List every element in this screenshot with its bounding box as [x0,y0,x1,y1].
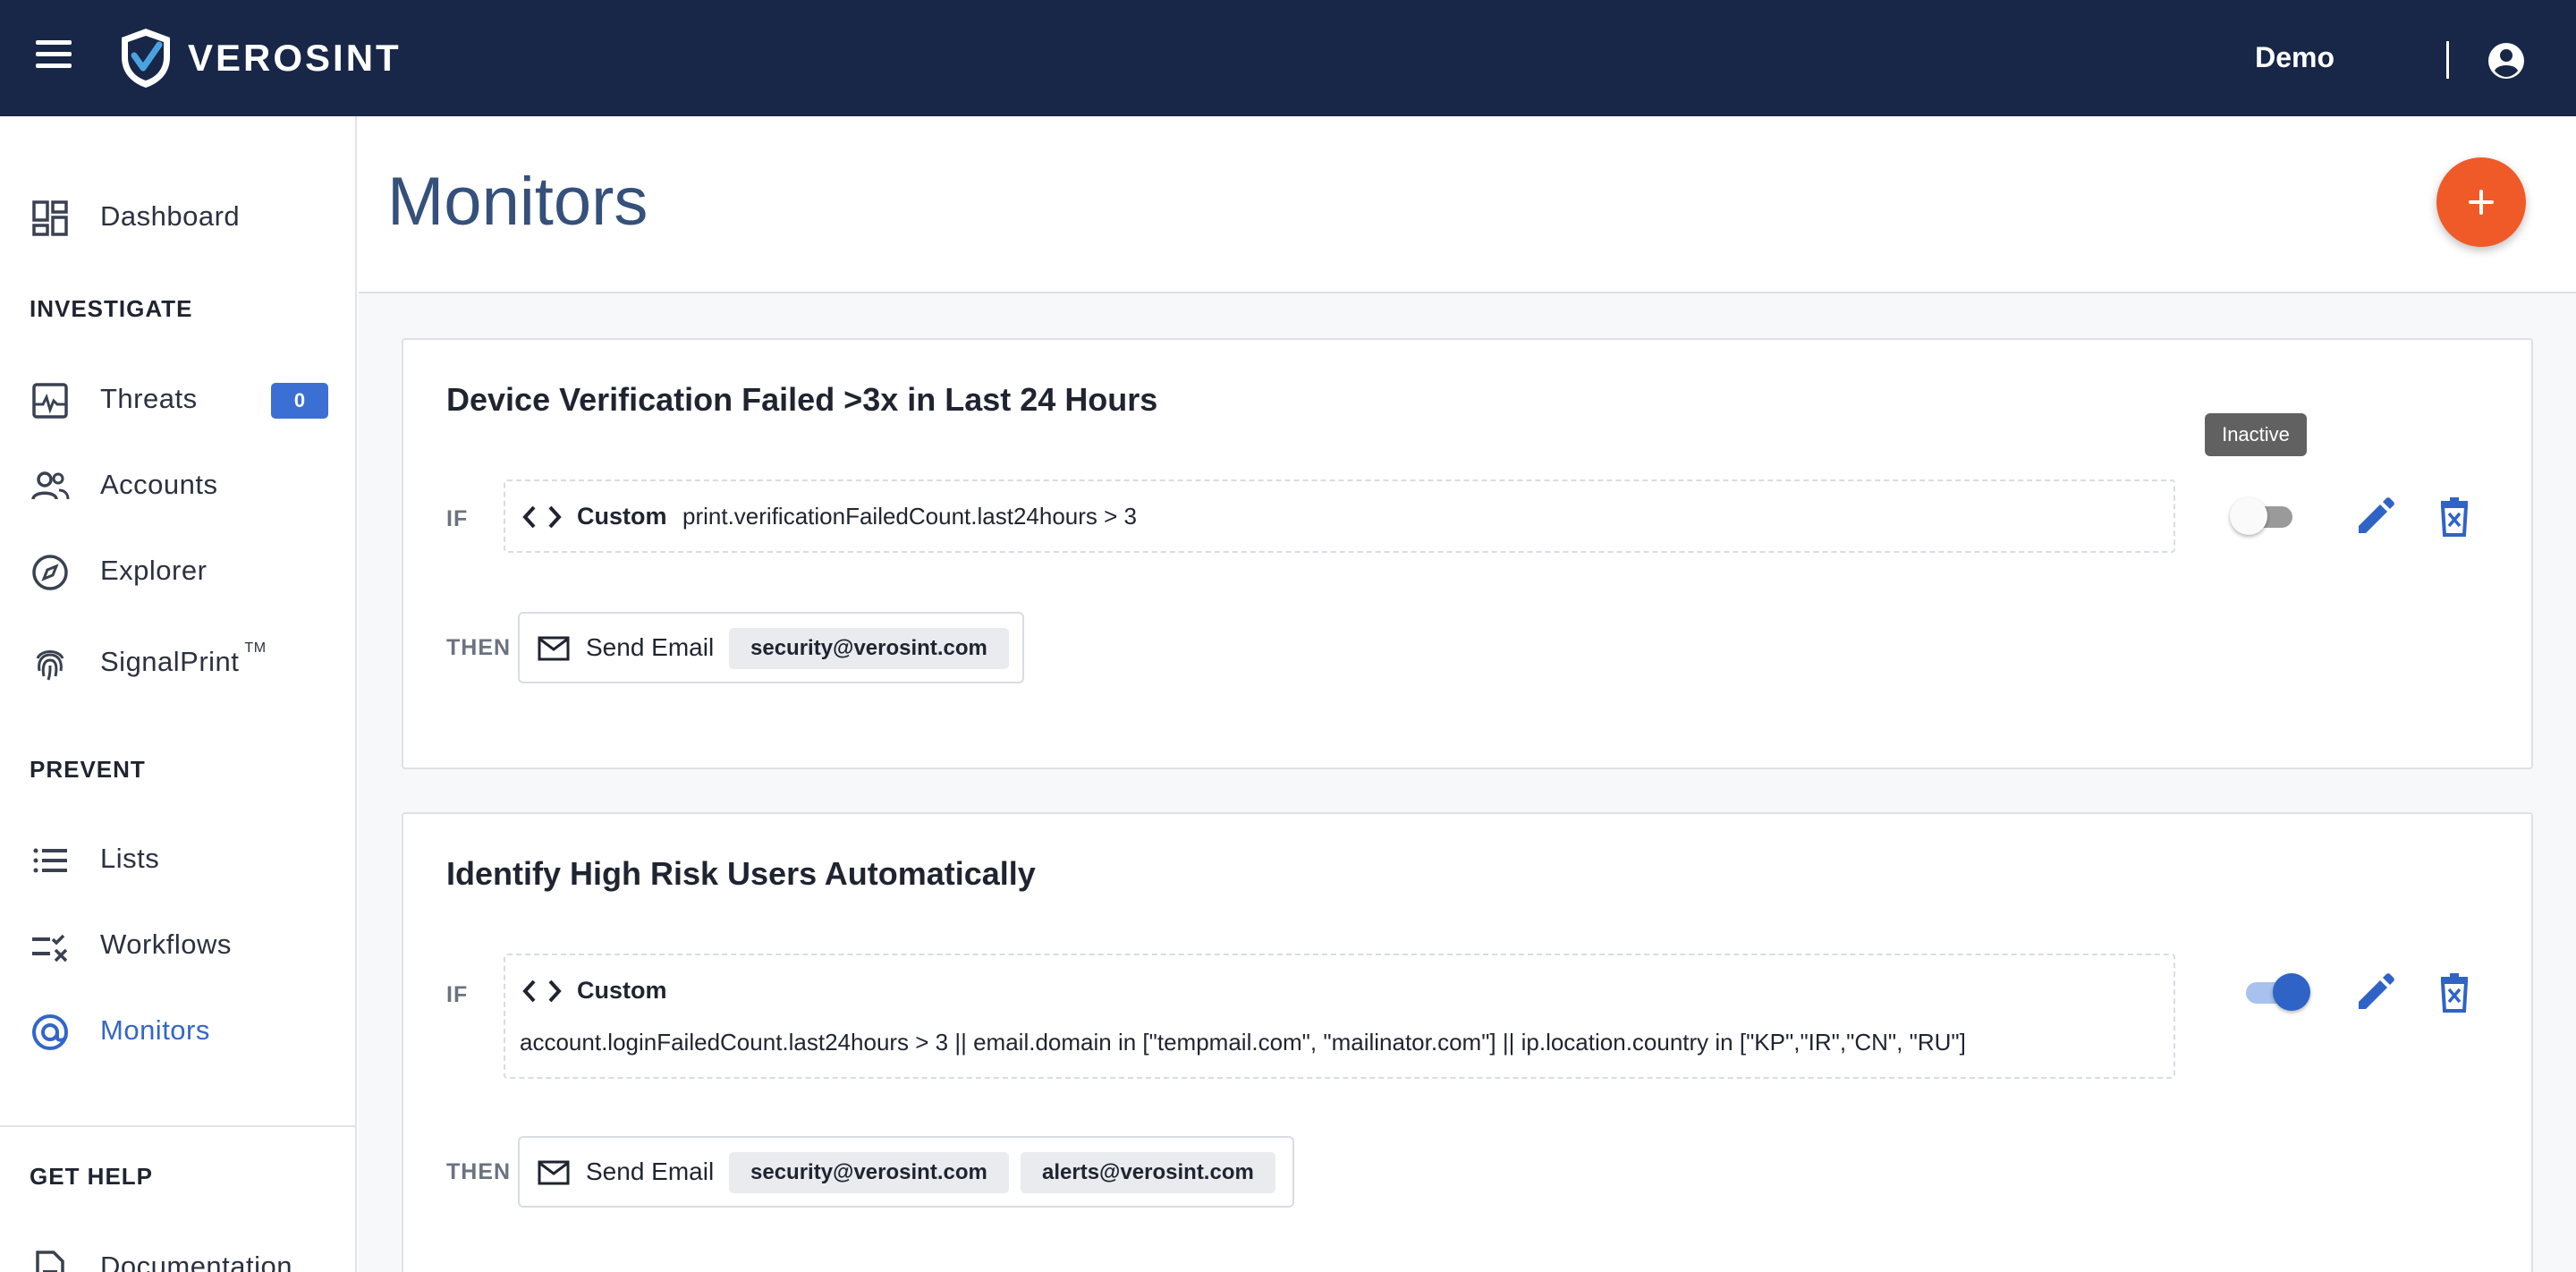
sidebar-item-label: Accounts [100,469,218,500]
if-label: IF [446,982,469,1007]
sidebar-item-dashboard[interactable]: Dashboard [0,181,355,252]
brand-name: VEROSINT [188,37,402,79]
condition-expression: print.verificationFailedCount.last24hour… [682,503,1138,530]
code-icon [522,979,562,1003]
sidebar-item-label: Monitors [100,1014,210,1046]
header-divider [2446,41,2449,79]
if-label: IF [446,506,469,531]
toggle-knob [2273,973,2310,1011]
sidebar-item-label: Explorer [100,555,208,586]
monitor-heart-icon [32,383,68,419]
action-box[interactable]: Send Email security@verosint.com [518,612,1024,683]
condition-box[interactable]: Custom account.loginFailedCount.last24ho… [504,954,2175,1079]
signalprint-label: SignalPrint [100,646,240,677]
edit-pencil-icon[interactable] [2353,494,2398,538]
sidebar-item-explorer[interactable]: Explorer [0,535,355,606]
action-box[interactable]: Send Email security@verosint.com alerts@… [518,1136,1294,1208]
sidebar-item-label: Documentation [100,1251,293,1272]
fingerprint-icon [36,650,64,681]
mail-icon [538,636,570,661]
action-label: Send Email [586,633,715,661]
condition-type: Custom [577,503,667,530]
top-app-bar: VEROSINT Demo [0,0,2576,116]
sidebar-item-label: SignalPrint TM [100,640,267,678]
section-prevent: PREVENT [30,756,146,783]
delete-icon[interactable] [2432,970,2477,1014]
sidebar-divider [0,1125,355,1127]
monitor-card: Identify High Risk Users Automatically I… [402,812,2533,1272]
section-investigate: INVESTIGATE [30,295,193,322]
at-target-icon [32,1014,68,1050]
monitor-title: Device Verification Failed >3x in Last 2… [446,381,1158,418]
shield-logo-icon [122,29,170,88]
then-label: THEN [446,1159,512,1184]
user-name[interactable]: Demo [2255,41,2334,74]
page-header: Monitors [359,116,2576,293]
sidebar-item-threats[interactable]: Threats 0 [0,363,355,435]
condition-expression: account.loginFailedCount.last24hours > 3… [520,1029,1966,1056]
mail-icon [538,1160,570,1185]
recipient-chip: alerts@verosint.com [1021,1152,1275,1193]
recipient-chip: security@verosint.com [729,628,1009,669]
monitor-card: Device Verification Failed >3x in Last 2… [402,338,2533,769]
sidebar: Dashboard INVESTIGATE Threats 0 Accounts… [0,116,357,1272]
menu-icon[interactable] [36,40,79,76]
dashboard-icon [32,200,68,236]
sidebar-item-label: Dashboard [100,200,241,232]
action-label: Send Email [586,1158,715,1185]
sidebar-item-documentation[interactable]: Documentation [0,1231,355,1272]
sidebar-item-label: Workflows [100,929,232,960]
brand-logo[interactable]: VEROSINT [118,27,402,89]
list-icon [33,848,67,873]
add-monitor-button[interactable] [2436,157,2526,247]
sidebar-item-signalprint[interactable]: SignalPrint TM [0,626,355,698]
code-icon [522,505,562,529]
condition-type: Custom [577,977,667,1004]
main-content: Monitors Device Verification Failed >3x … [359,116,2576,1272]
trademark-mark: TM [244,640,267,656]
page-title: Monitors [387,164,648,240]
document-icon [36,1251,64,1272]
threats-count-badge: 0 [271,383,328,419]
active-toggle[interactable] [2230,496,2298,537]
sidebar-item-lists[interactable]: Lists [0,823,355,895]
then-label: THEN [446,635,512,660]
section-get-help: GET HELP [30,1163,154,1190]
sidebar-item-accounts[interactable]: Accounts [0,449,355,521]
recipient-chip: security@verosint.com [729,1152,1009,1193]
delete-icon[interactable] [2432,494,2477,538]
monitor-title: Identify High Risk Users Automatically [446,855,1036,892]
toggle-knob [2230,497,2267,535]
sidebar-item-label: Lists [100,843,160,874]
condition-box[interactable]: Custom print.verificationFailedCount.las… [504,479,2175,553]
people-icon [31,471,70,500]
edit-pencil-icon[interactable] [2353,970,2398,1014]
active-toggle[interactable] [2241,971,2310,1013]
rule-icon [32,934,68,962]
sidebar-item-monitors[interactable]: Monitors [0,995,355,1066]
account-circle-icon[interactable] [2487,41,2526,81]
sidebar-item-workflows[interactable]: Workflows [0,909,355,980]
sidebar-item-label: Threats [100,383,198,414]
compass-icon [32,555,68,590]
status-tooltip: Inactive [2205,413,2307,456]
